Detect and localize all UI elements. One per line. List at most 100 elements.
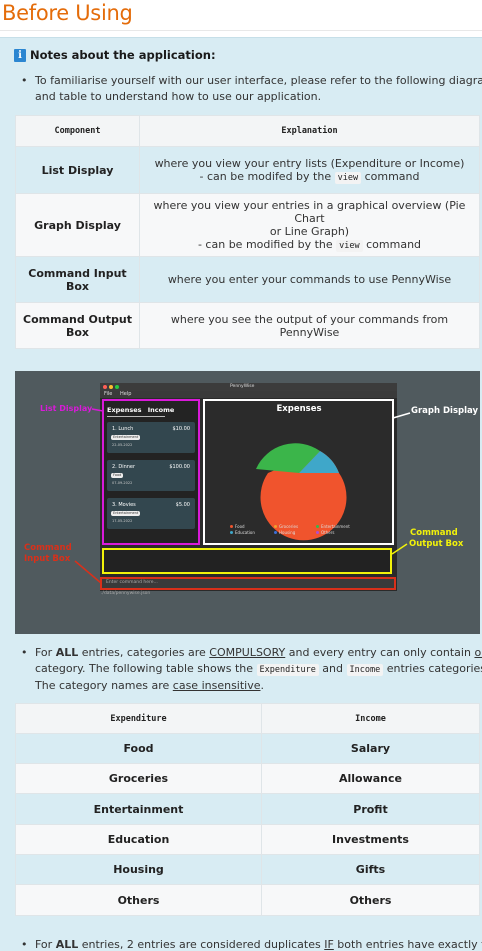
expenditure-cell: Housing (15, 854, 262, 885)
view-code: view (334, 172, 362, 184)
callout-output-box: Command Output Box (409, 528, 463, 550)
text: both entries have exactly the (337, 938, 482, 951)
table-row: Groceries Allowance (15, 763, 480, 794)
table-header-row: Component Explanation (15, 115, 480, 147)
table-row: Graph Display where you view your entrie… (15, 193, 480, 257)
input-callout-line (74, 560, 102, 584)
notes-header: i Notes about the application: (14, 48, 216, 62)
notes-header-text: Notes about the application: (30, 48, 216, 62)
bullet-dot: • (21, 74, 28, 87)
expenditure-cell: Others (15, 884, 262, 916)
income-cell: Allowance (261, 763, 480, 794)
code-expenditure: Expenditure (256, 664, 319, 676)
component-name-line: Command Output (23, 312, 132, 326)
component-graph-display: Graph Display (15, 193, 140, 257)
explanation-line: or Line Graph) (269, 225, 350, 238)
explanation-text: command (362, 238, 422, 251)
text: and (318, 662, 347, 675)
emphasis-compulsory: COMPULSORY (209, 646, 286, 659)
text: entries, categories are (78, 646, 210, 659)
code-income: Income (346, 664, 384, 676)
bullet-intro-line1: To familiarise yourself with our user in… (35, 74, 482, 87)
view-code: view (336, 240, 363, 252)
emphasis-all: ALL (55, 646, 79, 659)
notes-box: i Notes about the application: • To fami… (0, 37, 482, 951)
categories-table: Expenditure Income Food Salary Groceries… (15, 703, 480, 916)
graph-callout-line (392, 412, 411, 419)
component-command-input: Command Input Box (15, 256, 140, 303)
text: . (260, 679, 265, 692)
income-cell: Profit (261, 793, 480, 825)
explanation-text: - can be modified by the (197, 238, 337, 251)
bullet-categories-line3: The category names are case insensitive. (35, 678, 264, 694)
text: and every entry can only contain (285, 646, 475, 659)
emphasis-if: IF (324, 938, 334, 951)
explanation-line: - can be modified by the view command (140, 238, 479, 252)
explanation-command-output: where you see the output of your command… (139, 302, 480, 349)
col-header-explanation: Explanation (139, 115, 480, 147)
table-row: Food Salary (15, 733, 480, 764)
info-icon: i (14, 48, 26, 62)
callout-graph-display: Graph Display (411, 406, 479, 416)
list-callout-line (91, 408, 104, 412)
bullet-categories-line1: For ALL entries, categories are COMPULSO… (35, 645, 482, 661)
explanation-command-input: where you enter your commands to use Pen… (139, 256, 480, 303)
expenditure-cell: Groceries (15, 763, 262, 794)
callout-line: Command (24, 543, 72, 553)
callout-line: Output Box (409, 539, 464, 549)
component-name-line: Box (65, 279, 90, 293)
table-row: Command Input Box where you enter your c… (15, 256, 480, 303)
output-callout-line (391, 543, 408, 555)
callout-input-box: Command Input Box (24, 543, 72, 565)
component-name-line: Box (65, 325, 90, 339)
income-cell: Others (261, 884, 480, 916)
table-row: Education Investments (15, 824, 480, 855)
col-header-income: Income (261, 703, 480, 734)
table-row: Entertainment Profit (15, 793, 480, 825)
bullet-duplicates-line1: For ALL entries, 2 entries are considere… (35, 937, 482, 951)
text: category. The following table shows the (35, 662, 257, 675)
component-list-display: List Display (15, 146, 140, 194)
ui-diagram: PennyWise File Help Expenses Income 1. L… (15, 371, 480, 634)
title-divider (0, 30, 482, 31)
text: The category names are (35, 679, 173, 692)
component-name-line: Command Input (28, 266, 127, 280)
callout-line: Input Box (24, 554, 71, 564)
expenditure-cell: Education (15, 824, 262, 855)
emphasis-all: ALL (55, 938, 79, 951)
income-cell: Gifts (261, 854, 480, 885)
table-header-row: Expenditure Income (15, 703, 480, 734)
income-cell: Investments (261, 824, 480, 855)
table-row: List Display where you view your entry l… (15, 146, 480, 194)
explanation-line: where you view your entry lists (Expendi… (154, 157, 465, 170)
bullet-dot: • (21, 646, 28, 659)
bullet-categories-line2: category. The following table shows the … (35, 661, 482, 678)
text: For (35, 938, 56, 951)
explanation-line: where you view your entries in a graphic… (153, 199, 466, 225)
table-row: Housing Gifts (15, 854, 480, 885)
explanation-graph-display: where you view your entries in a graphic… (139, 193, 480, 257)
components-table: Component Explanation List Display where… (15, 115, 480, 349)
callout-line: Command (410, 528, 458, 538)
explanation-line: - can be modifed by the view command (140, 170, 479, 184)
emphasis-one: one (474, 646, 482, 659)
bullet-intro-line2: and table to understand how to use our a… (35, 90, 322, 103)
explanation-text: - can be modifed by the (199, 170, 335, 183)
component-command-output: Command Output Box (15, 302, 140, 349)
income-cell: Salary (261, 733, 480, 764)
explanation-text: command (361, 170, 420, 183)
text: entries categories. (383, 662, 482, 675)
page-title: Before Using (2, 1, 133, 25)
table-row: Command Output Box where you see the out… (15, 302, 480, 349)
text: entries, 2 entries are considered duplic… (78, 938, 325, 951)
col-header-expenditure: Expenditure (15, 703, 262, 734)
expenditure-cell: Food (15, 733, 262, 764)
table-row: Others Others (15, 884, 480, 916)
col-header-component: Component (15, 115, 140, 147)
explanation-list-display: where you view your entry lists (Expendi… (139, 146, 480, 194)
text: For (35, 646, 56, 659)
callout-list-display: List Display (40, 404, 93, 413)
expenditure-cell: Entertainment (15, 793, 262, 825)
bullet-dot: • (21, 938, 28, 951)
emphasis-case-insensitive: case insensitive (172, 679, 261, 692)
